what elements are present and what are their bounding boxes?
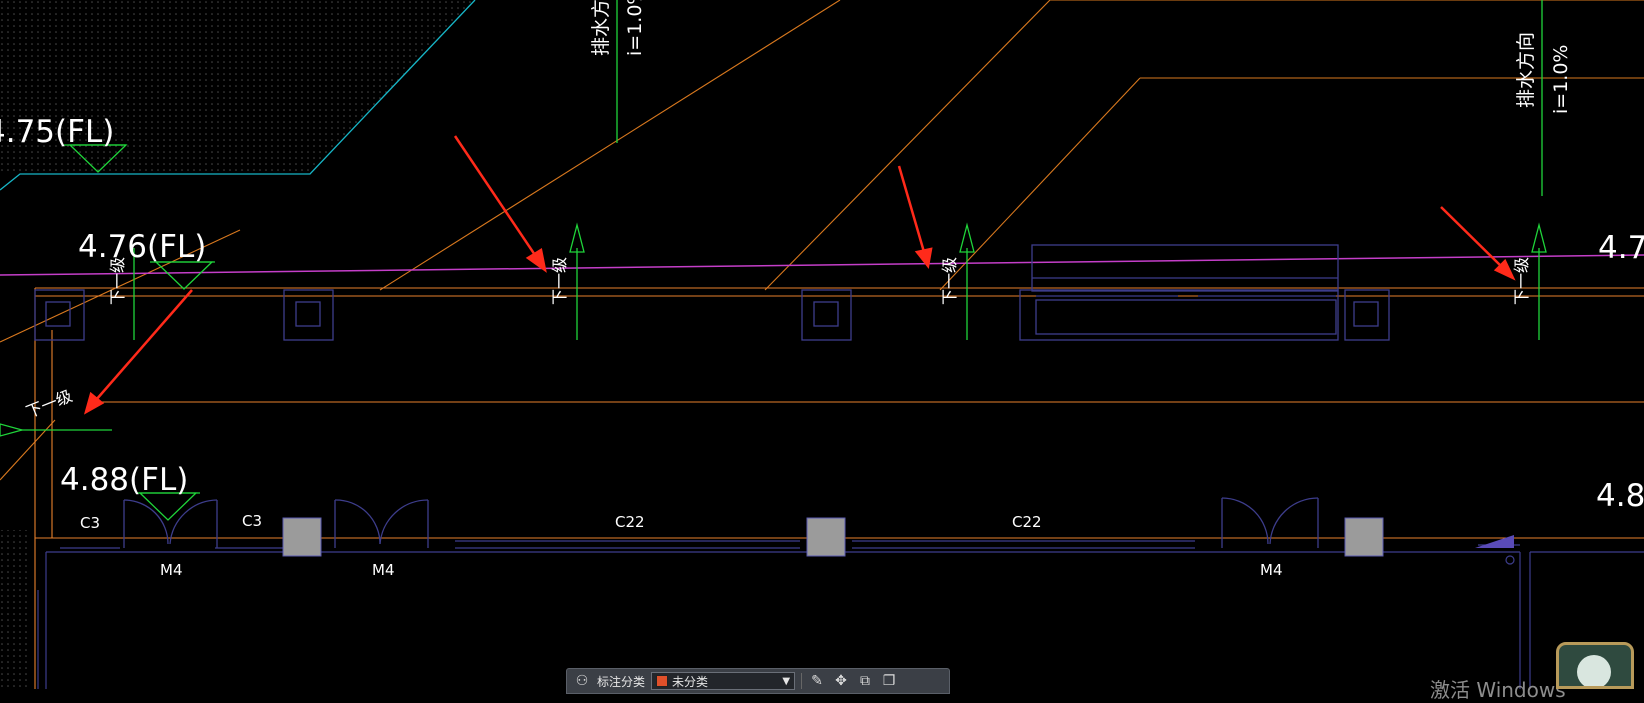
elevation-top-left: 4.75(FL) [0,114,114,150]
step-label-5: 下一级 [23,386,75,422]
category-value: 未分类 [672,674,709,689]
layout-grid-icon[interactable]: ⚇ [573,672,591,690]
door-tag: M4 [160,561,183,579]
category-label: 标注分类 [597,674,646,689]
window-tag: C22 [1012,513,1042,531]
wall-lines [34,287,1644,689]
step-label-4: 下一级 [1512,257,1531,305]
upper-columns [34,289,1390,341]
step-label-2: 下一级 [550,257,569,305]
toolbar-divider [801,673,803,689]
elevation-right-lower: 4.8 [1596,478,1644,514]
move-icon[interactable]: ✥ [832,672,850,690]
elevation-upper: 4.76(FL) [78,229,206,265]
lower-columns [282,517,1384,557]
stair-wedge [1475,535,1514,548]
window-tag: C22 [615,513,645,531]
elevation-lower: 4.88(FL) [60,462,188,498]
door-tag: M4 [1260,561,1283,579]
door-tag: M4 [372,561,395,579]
category-select[interactable]: 未分类 ▼ [651,672,796,690]
lower-wall [37,540,1644,689]
paste-icon[interactable]: ❐ [880,672,898,690]
drain-direction-right: 排水方向 [1515,32,1537,108]
slope-label-left: i=1.0% [624,0,646,56]
window-tag: C3 [80,514,100,532]
step-label-1: 下一级 [108,257,127,305]
hatch-region-left [0,530,30,689]
assistant-avatar[interactable] [1556,642,1634,689]
copy-icon[interactable]: ⧉ [856,672,874,690]
chevron-down-icon: ▼ [782,675,791,687]
drain-direction-left: 排水方向 [590,0,612,56]
cad-drawing-canvas[interactable]: 4.75(FL) 4.76(FL) 4.88(FL) 4.7 4.8 排水方向 … [0,0,1644,689]
elevation-right-upper: 4.7 [1598,230,1644,266]
slope-label-right: i=1.0% [1550,45,1572,114]
edit-icon[interactable]: ✎ [808,672,826,690]
window-tag: C3 [242,512,262,530]
step-label-3: 下一级 [940,257,959,305]
avatar-figure [1577,655,1611,686]
section-line [0,254,1644,276]
annotation-toolbar: ⚇ 标注分类 未分类 ▼ ✎ ✥ ⧉ ❐ [566,668,950,694]
category-color-swatch [656,675,669,687]
grid-arrowheads [0,222,1547,437]
annotation-arrows [83,135,1516,415]
